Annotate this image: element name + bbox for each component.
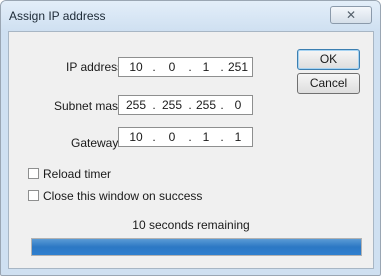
- ip-octet-3[interactable]: 1: [193, 60, 219, 74]
- subnet-separator: .: [152, 98, 156, 112]
- ip-octet-1[interactable]: 10: [123, 60, 149, 74]
- reload-timer-checkbox[interactable]: [28, 168, 39, 179]
- countdown-progress-bar: [31, 238, 362, 256]
- close-icon: ✕: [345, 8, 357, 22]
- gateway-octet-4[interactable]: 1: [225, 130, 251, 144]
- gateway-label: Gateway: [71, 136, 119, 150]
- subnet-octet-4[interactable]: 0: [225, 98, 251, 112]
- window-title: Assign IP address: [9, 9, 106, 23]
- ip-separator: .: [152, 60, 156, 74]
- ip-octet-4[interactable]: 251: [225, 60, 251, 74]
- gateway-octet-3[interactable]: 1: [193, 130, 219, 144]
- gateway-field[interactable]: 10 . 0 . 1 . 1: [118, 127, 253, 147]
- ok-button[interactable]: OK: [297, 49, 360, 70]
- countdown-status: 10 seconds remaining: [132, 218, 250, 232]
- title-bar: Assign IP address ✕: [1, 1, 380, 31]
- subnet-octet-2[interactable]: 255: [159, 98, 185, 112]
- ip-address-label: IP address: [66, 60, 124, 74]
- ip-octet-2[interactable]: 0: [159, 60, 185, 74]
- close-on-success-label[interactable]: Close this window on success: [43, 189, 202, 203]
- subnet-octet-3[interactable]: 255: [193, 98, 219, 112]
- ip-address-field[interactable]: 10 . 0 . 1 . 251: [118, 57, 253, 77]
- subnet-mask-label: Subnet mask: [54, 99, 125, 113]
- close-on-success-checkbox[interactable]: [28, 190, 39, 201]
- subnet-octet-1[interactable]: 255: [123, 98, 149, 112]
- gateway-octet-2[interactable]: 0: [159, 130, 185, 144]
- subnet-mask-field[interactable]: 255 . 255 . 255 . 0: [118, 95, 253, 115]
- gateway-separator: .: [152, 130, 156, 144]
- gateway-octet-1[interactable]: 10: [123, 130, 149, 144]
- progress-fill: [32, 239, 361, 255]
- close-button[interactable]: ✕: [330, 6, 372, 24]
- cancel-button[interactable]: Cancel: [297, 73, 360, 94]
- reload-timer-label[interactable]: Reload timer: [43, 167, 111, 181]
- dialog-body: IP address 10 . 0 . 1 . 251 Subnet mask …: [8, 31, 374, 269]
- assign-ip-dialog: Assign IP address ✕ IP address 10 . 0 . …: [0, 0, 381, 276]
